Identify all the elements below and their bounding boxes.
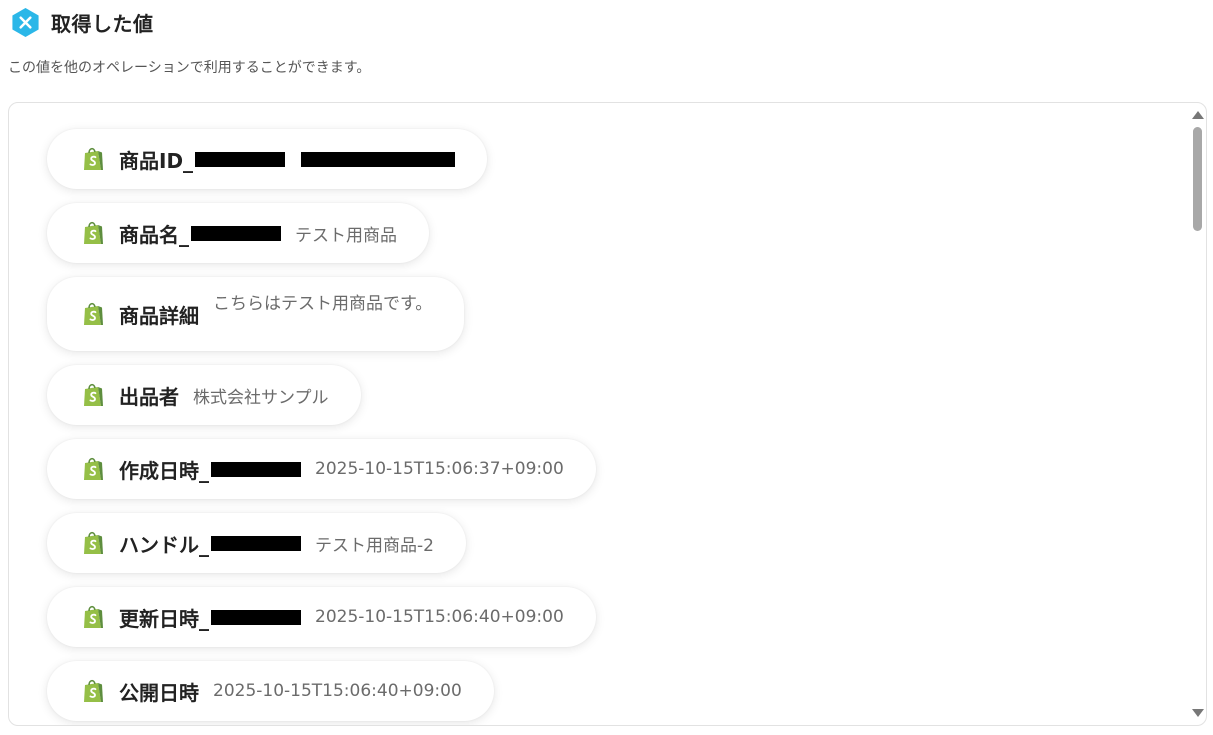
- redaction-bar: [211, 461, 301, 477]
- value-chip-value: テスト用商品: [295, 225, 397, 246]
- value-chip-label: 商品ID_: [119, 148, 194, 173]
- page-title: 取得した値: [51, 11, 154, 36]
- redaction-bar: [195, 151, 286, 167]
- shopify-bag-icon: [81, 678, 105, 704]
- value-list: 商品ID_ 商品名_ テスト用商品 商品詳細 こちらはテスト用商品です。 出品者…: [47, 129, 1176, 725]
- header: 取得した値: [10, 6, 154, 38]
- shopify-bag-icon: [81, 530, 105, 556]
- value-chip-created-at[interactable]: 作成日時_ 2025-10-15T15:06:37+09:00: [47, 439, 596, 499]
- value-chip-value: テスト用商品-2: [315, 535, 434, 556]
- scroll-up-arrow-icon[interactable]: [1192, 111, 1204, 119]
- value-chip-product-id[interactable]: 商品ID_: [47, 129, 488, 189]
- value-chip-product-name[interactable]: 商品名_ テスト用商品: [47, 203, 429, 263]
- value-chip-label: ハンドル_: [119, 532, 209, 557]
- value-chip-published-at[interactable]: 公開日時 2025-10-15T15:06:40+09:00: [47, 661, 494, 721]
- value-chip-label: 商品詳細: [119, 303, 199, 328]
- shopify-bag-icon: [81, 604, 105, 630]
- value-chip-label: 公開日時: [119, 680, 199, 705]
- page-subtitle: この値を他のオペレーションで利用することができます。: [8, 60, 371, 76]
- value-chip-label: 作成日時_: [119, 458, 209, 483]
- scroll-down-arrow-icon[interactable]: [1192, 709, 1204, 717]
- shopify-bag-icon: [81, 382, 105, 408]
- scrollbar[interactable]: [1188, 103, 1206, 725]
- value-chip-value: 2025-10-15T15:06:37+09:00: [315, 459, 564, 479]
- value-chip-label: 更新日時_: [119, 606, 209, 631]
- value-chip-product-description[interactable]: 商品詳細 こちらはテスト用商品です。: [47, 277, 465, 351]
- value-chip-value: こちらはテスト用商品です。: [213, 294, 433, 314]
- shopify-bag-icon: [81, 301, 105, 327]
- value-chip-vendor[interactable]: 出品者 株式会社サンプル: [47, 365, 361, 425]
- redaction-bar: [301, 151, 456, 167]
- scrollbar-thumb[interactable]: [1193, 127, 1202, 231]
- value-chip-value: 株式会社サンプル: [193, 387, 329, 408]
- yoom-x-badge-icon: [12, 7, 39, 37]
- value-chip-handle[interactable]: ハンドル_ テスト用商品-2: [47, 513, 466, 573]
- value-chip-label: 商品名_: [119, 222, 189, 247]
- value-chip-value: 2025-10-15T15:06:40+09:00: [213, 681, 462, 701]
- shopify-bag-icon: [81, 456, 105, 482]
- value-chip-value: 2025-10-15T15:06:40+09:00: [315, 607, 564, 627]
- value-chip-updated-at[interactable]: 更新日時_ 2025-10-15T15:06:40+09:00: [47, 587, 596, 647]
- redaction-bar: [211, 609, 301, 625]
- shopify-bag-icon: [81, 146, 105, 172]
- page: 取得した値 この値を他のオペレーションで利用することができます。 商品ID_ 商…: [0, 0, 1213, 735]
- redaction-bar: [191, 225, 281, 241]
- value-chip-label: 出品者: [119, 384, 179, 409]
- values-panel: 商品ID_ 商品名_ テスト用商品 商品詳細 こちらはテスト用商品です。 出品者…: [8, 102, 1207, 726]
- shopify-bag-icon: [81, 220, 105, 246]
- redaction-bar: [211, 535, 301, 551]
